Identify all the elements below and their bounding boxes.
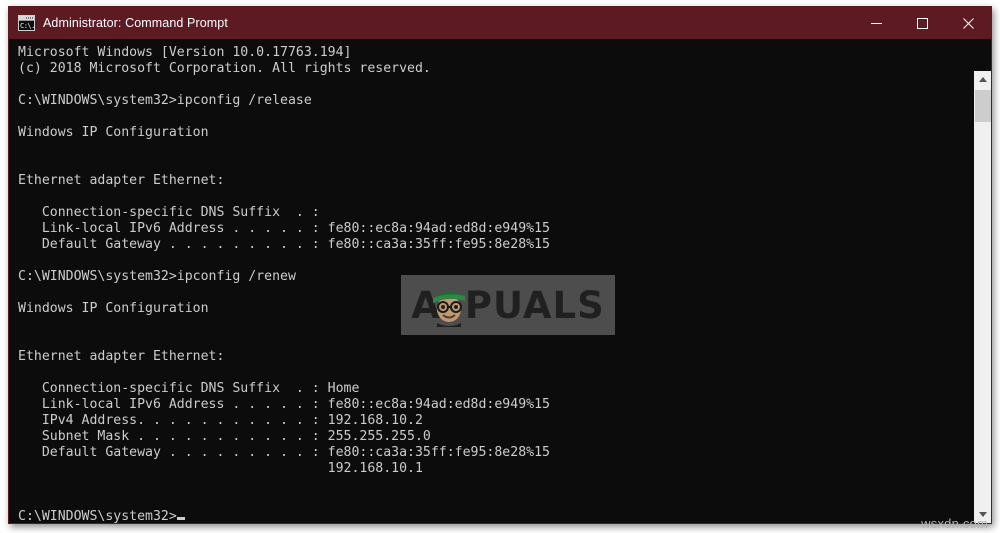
console-line: 192.168.10.1 [18,461,423,476]
maximize-button[interactable] [899,7,945,39]
console-line: C:\WINDOWS\system32>ipconfig /renew [18,269,296,284]
console-line: Link-local IPv6 Address . . . . . : fe80… [18,397,550,412]
console-line: Default Gateway . . . . . . . . . : fe80… [18,445,550,460]
console-line: IPv4 Address. . . . . . . . . . . : 192.… [18,413,423,428]
title-bar[interactable]: C:\. Administrator: Command Prompt [9,7,991,39]
console-prompt-line[interactable]: C:\WINDOWS\system32> [18,509,961,523]
console-line: Windows IP Configuration [18,125,209,140]
minimize-button[interactable] [853,7,899,39]
console-line: Connection-specific DNS Suffix . : [18,205,320,220]
console-output-area[interactable]: Microsoft Windows [Version 10.0.17763.19… [9,39,991,523]
console-line: Windows IP Configuration [18,301,209,316]
console-line: Link-local IPv6 Address . . . . . : fe80… [18,221,550,236]
up-arrow-icon [978,77,987,82]
window-title: Administrator: Command Prompt [43,16,228,30]
command-prompt-window: C:\. Administrator: Command Prompt Micro… [8,6,992,524]
console-line: Ethernet adapter Ethernet: [18,173,225,188]
cmd-icon-glyph: C:\. [19,21,34,30]
screen-root: C:\. Administrator: Command Prompt Micro… [0,0,1000,533]
console-line: C:\WINDOWS\system32>ipconfig /release [18,93,312,108]
cmd-icon: C:\. [18,15,35,31]
source-watermark: wsxdn.com [921,516,988,531]
console-line: Microsoft Windows [Version 10.0.17763.19… [18,45,352,60]
console-line: (c) 2018 Microsoft Corporation. All righ… [18,61,431,76]
console-line: Ethernet adapter Ethernet: [18,349,225,364]
console-line: Subnet Mask . . . . . . . . . . . : 255.… [18,429,431,444]
console-line: Connection-specific DNS Suffix . : Home [18,381,360,396]
title-bar-left: C:\. Administrator: Command Prompt [9,15,853,31]
vertical-scrollbar[interactable] [973,71,991,523]
console-prompt: C:\WINDOWS\system32> [18,509,177,523]
scrollbar-thumb[interactable] [975,90,991,122]
scroll-up-button[interactable] [974,71,991,88]
console-text: Microsoft Windows [Version 10.0.17763.19… [18,45,961,523]
close-button[interactable] [945,7,991,39]
window-controls [853,7,991,39]
console-line: Default Gateway . . . . . . . . . : fe80… [18,237,550,252]
text-cursor [176,517,185,520]
